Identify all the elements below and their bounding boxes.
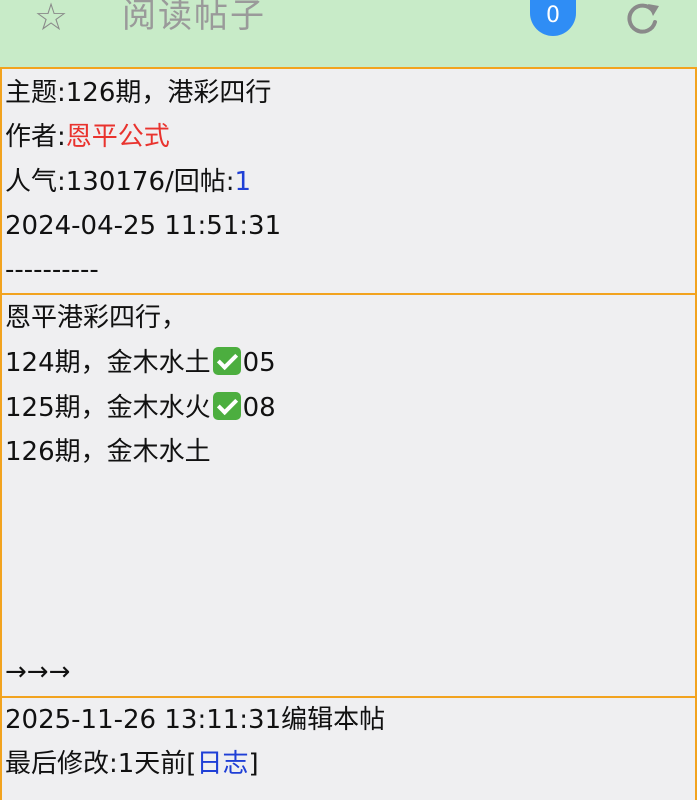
post-body-section: 恩平港彩四行， 124期，金木水土 05 125期，金木水火 08 126期，金木水… [0,295,697,698]
info-divider: ---------- [5,255,99,285]
top-bar: ☆ 阅读帖子 0 [0,0,697,69]
reply-count-link[interactable]: 1 [235,167,252,197]
subject-label: 主题: [5,78,66,108]
post-author: 作者:恩平公式 [5,120,170,154]
body-line-1: 恩平港彩四行， [5,303,188,333]
check-mark-icon [212,347,241,375]
body-line-2: 124期，金木水土 05 [5,346,276,380]
post-timestamp: 2024-04-25 11:51:31 [5,211,282,241]
popularity-label: 人气:130176/回帖: [5,167,235,197]
body-line-3-number: 08 [242,393,276,423]
post-meta-section: 2025-11-26 13:11:31编辑本帖 最后修改:1天前[日志] [0,698,697,800]
last-modified-label: 最后修改:1天前[ [5,749,197,779]
post-info-section: 主题:126期，港彩四行 作者:恩平公式 人气:130176/回帖:1 2024… [0,69,697,295]
check-mark-icon [212,392,241,420]
subject-value: 126期，港彩四行 [65,78,272,108]
post-subject: 主题:126期，港彩四行 [5,76,271,110]
page-title: 阅读帖子 [122,0,266,36]
author-link[interactable]: 恩平公式 [66,122,170,152]
arrows-link[interactable]: →→→ [5,655,70,689]
last-modified: 最后修改:1天前[日志] [5,747,259,781]
refresh-icon[interactable] [622,0,662,34]
last-modified-bracket: ] [248,749,259,779]
notification-badge[interactable]: 0 [530,0,576,36]
body-line-3-text: 125期，金木水火 [5,393,211,423]
post-popularity: 人气:130176/回帖:1 [5,165,251,199]
body-line-4: 126期，金木水土 [5,437,211,467]
body-line-3: 125期，金木水火 08 [5,391,276,425]
body-line-2-text: 124期，金木水土 [5,348,211,378]
edit-post-info: 2025-11-26 13:11:31编辑本帖 [5,705,386,735]
star-icon[interactable]: ☆ [34,0,68,36]
log-link[interactable]: 日志 [196,749,248,779]
author-label: 作者: [5,122,66,152]
body-line-2-number: 05 [242,348,276,378]
